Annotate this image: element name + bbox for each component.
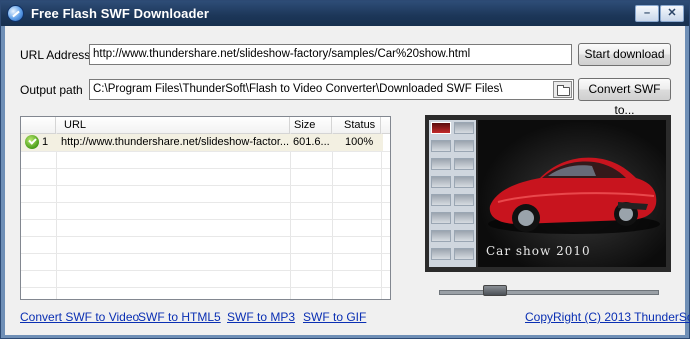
row-gridline xyxy=(21,151,390,152)
app-logo-icon xyxy=(7,5,24,22)
preview-thumbnail xyxy=(454,212,474,224)
swf-to-html5-link[interactable]: SWF to HTML5 xyxy=(138,310,221,324)
browse-folder-icon[interactable] xyxy=(553,81,572,98)
row-index: 1 xyxy=(42,136,49,148)
column-header-status[interactable]: Status xyxy=(332,117,381,133)
preview-seek-track[interactable] xyxy=(439,290,659,295)
url-address-input[interactable]: http://www.thundershare.net/slideshow-fa… xyxy=(89,44,572,65)
row-gridline xyxy=(21,219,390,220)
start-download-button[interactable]: Start download xyxy=(578,43,671,66)
preview-caption: Car show 2010 xyxy=(486,244,591,258)
table-row[interactable]: 1 http://www.thundershare.net/slideshow-… xyxy=(21,134,383,151)
window-title: Free Flash SWF Downloader xyxy=(31,6,210,21)
preview-thumbnail xyxy=(431,230,451,242)
completed-check-icon xyxy=(25,135,39,149)
title-bar[interactable]: Free Flash SWF Downloader – ✕ xyxy=(1,1,689,26)
output-path-input[interactable]: C:\Program Files\ThunderSoft\Flash to Vi… xyxy=(89,79,574,100)
output-path-label: Output path xyxy=(20,83,83,97)
preview-thumbnail xyxy=(454,122,474,134)
convert-swf-button[interactable]: Convert SWF to... xyxy=(578,78,671,117)
convert-swf-to-video-link[interactable]: Convert SWF to Video xyxy=(20,310,139,324)
copyright-link[interactable]: CopyRight (C) 2013 ThunderSoft xyxy=(525,310,690,324)
row-gridline xyxy=(21,253,390,254)
preview-thumbnail xyxy=(454,194,474,206)
preview-thumbnail-strip xyxy=(429,120,476,267)
preview-thumbnail xyxy=(431,248,451,260)
swf-to-gif-link[interactable]: SWF to GIF xyxy=(303,310,366,324)
row-status: 100% xyxy=(345,136,374,148)
download-list[interactable]: URL Size Status 1 http://www.thundershar… xyxy=(20,116,391,300)
column-divider xyxy=(332,133,333,299)
row-gridline xyxy=(21,185,390,186)
preview-thumbnail xyxy=(431,194,451,206)
preview-thumbnail xyxy=(431,158,451,170)
preview-seek-handle[interactable] xyxy=(483,285,507,296)
minimize-button[interactable]: – xyxy=(635,5,659,22)
preview-thumbnail xyxy=(454,248,474,260)
swf-to-mp3-link[interactable]: SWF to MP3 xyxy=(227,310,295,324)
preview-thumbnail xyxy=(454,140,474,152)
list-header: URL Size Status xyxy=(21,117,390,134)
row-gridline xyxy=(21,202,390,203)
row-gridline xyxy=(21,287,390,288)
url-address-label: URL Address xyxy=(20,48,91,62)
column-divider xyxy=(56,133,57,299)
column-header-size[interactable]: Size xyxy=(290,117,332,133)
swf-preview-panel: Car show 2010 xyxy=(425,115,671,272)
column-header-url[interactable]: URL xyxy=(56,117,290,133)
row-gridline xyxy=(21,168,390,169)
row-gridline xyxy=(21,270,390,271)
preview-thumbnail xyxy=(431,122,451,134)
preview-stage: Car show 2010 xyxy=(478,120,666,267)
column-divider xyxy=(290,133,291,299)
client-area: URL Address http://www.thundershare.net/… xyxy=(5,26,690,335)
preview-thumbnail xyxy=(454,158,474,170)
preview-thumbnail xyxy=(431,212,451,224)
preview-thumbnail xyxy=(431,140,451,152)
app-window: Free Flash SWF Downloader – ✕ URL Addres… xyxy=(0,0,690,339)
row-gridline xyxy=(21,236,390,237)
column-divider xyxy=(381,133,382,299)
preview-thumbnail xyxy=(454,230,474,242)
row-size: 601.6... xyxy=(293,136,330,148)
preview-thumbnail xyxy=(431,176,451,188)
close-button[interactable]: ✕ xyxy=(660,5,684,22)
column-header-index[interactable] xyxy=(21,117,56,133)
row-url: http://www.thundershare.net/slideshow-fa… xyxy=(61,136,289,148)
preview-thumbnail xyxy=(454,176,474,188)
